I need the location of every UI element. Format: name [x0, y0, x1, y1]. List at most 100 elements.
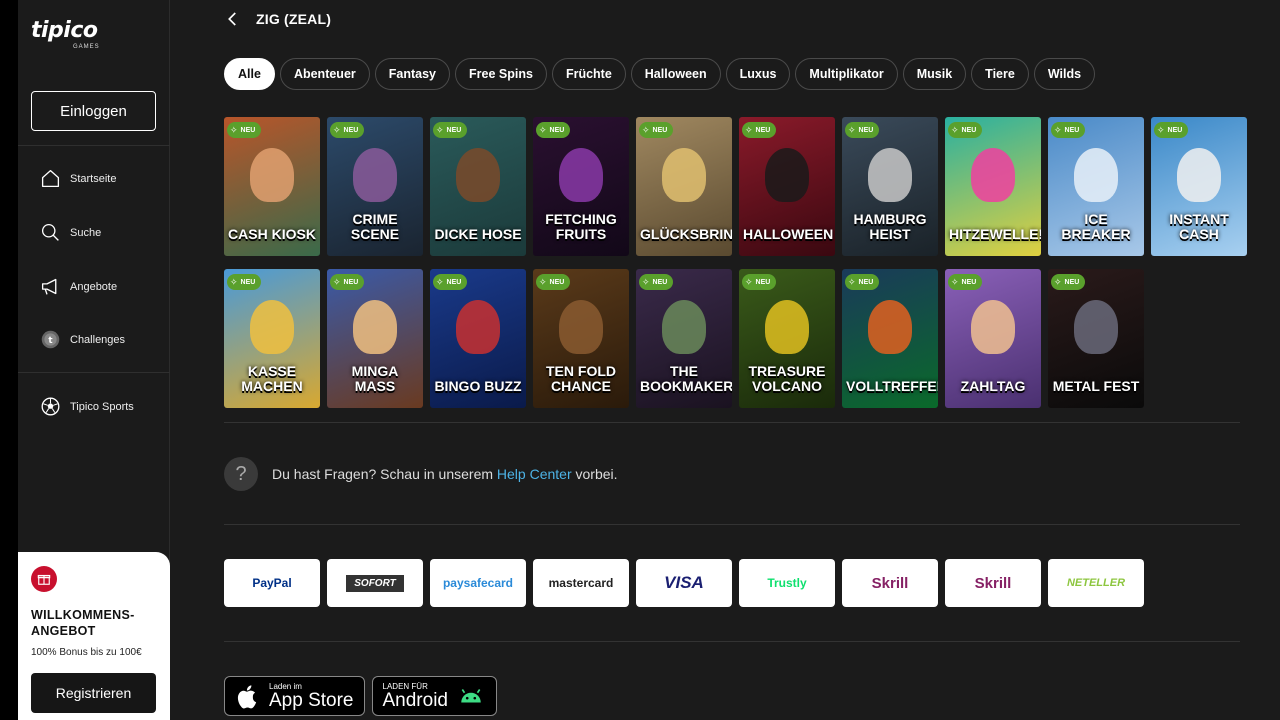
game-title: HALLOWEEN [743, 226, 834, 242]
game-title: HAMBURG HEIST [853, 211, 927, 242]
new-badge-label: NEU [446, 278, 462, 286]
game-artwork [1074, 300, 1118, 355]
payment-logo-neteller: NETELLER [1048, 559, 1144, 607]
game-tile[interactable]: ✧ NEU CRIME SCENE [327, 117, 423, 256]
filter-chip-fantasy[interactable]: Fantasy [374, 58, 451, 90]
game-tile[interactable]: ✧ NEU ZAHLTAG [945, 269, 1041, 408]
game-title: ZAHLTAG [960, 378, 1026, 394]
game-tile[interactable]: ✧NEU Minga Maß [327, 269, 423, 408]
game-artwork [971, 148, 1015, 203]
game-title: CRIME SCENE [350, 211, 400, 242]
game-tile[interactable]: ✧ NEU THE BOOKMAKER [636, 269, 732, 408]
payment-methods: PayPal SOFORT paysafecard mastercard VISA Tru… [224, 559, 1144, 607]
game-artwork [868, 148, 912, 203]
sparkle-icon: ✧ [230, 124, 238, 135]
game-artwork [868, 300, 912, 355]
filter-chips: Alle Abenteuer Fantasy Free Spins Früchte Hal… [224, 58, 1096, 90]
game-artwork [456, 300, 500, 355]
sparkle-icon: ✧ [1157, 124, 1165, 135]
chevron-left-icon[interactable] [224, 10, 242, 28]
search-icon [41, 223, 59, 241]
promo-subtitle: 100% Bonus bis zu 100€ [31, 647, 142, 658]
payment-label: PayPal [252, 576, 292, 590]
sidebar-item-suche[interactable]: Suche [40, 222, 101, 243]
sidebar-item-label: Tipico Sports [70, 400, 134, 413]
tipico-logo[interactable]: tipico GAMES [31, 20, 121, 54]
game-title: ice breaker [1061, 211, 1131, 242]
game-tile[interactable]: ✧ NEU TREASURE VOLCANO [739, 269, 835, 408]
soccer-ball-icon [41, 397, 60, 416]
game-artwork [765, 300, 809, 355]
help-prefix: Du hast Fragen? Schau in unserem [272, 466, 497, 482]
filter-chip-multiplikator[interactable]: Multiplikator [795, 58, 898, 90]
filter-chip-halloween[interactable]: Halloween [630, 58, 721, 90]
filter-chip-alle[interactable]: Alle [224, 58, 275, 90]
sidebar-item-tipico-sports[interactable]: Tipico Sports [40, 396, 134, 417]
register-button[interactable]: Registrieren [31, 673, 156, 713]
game-tile[interactable]: ✧ NEU HAMBURG HEIST [842, 117, 938, 256]
filter-chip-früchte[interactable]: Früchte [551, 58, 626, 90]
sidebar-item-challenges[interactable]: t Challenges [40, 329, 125, 350]
game-tile[interactable]: ✧NEU GLÜCKSBRINGER [636, 117, 732, 256]
game-tile[interactable]: ✧ NEU HALLOWEEN [739, 117, 835, 256]
game-tile[interactable]: ✧ NEU FETCHING FRUITS [533, 117, 629, 256]
game-artwork [353, 148, 397, 203]
android-icon [461, 689, 481, 703]
game-tile[interactable]: ✧ NEU Hitzewelle! [945, 117, 1041, 256]
help-row: ? Du hast Fragen? Schau in unserem Help … [224, 457, 618, 491]
filter-chip-musik[interactable]: Musik [902, 58, 967, 90]
sidebar-item-startseite[interactable]: Startseite [40, 168, 116, 189]
help-text: Du hast Fragen? Schau in unserem Help Ce… [272, 466, 618, 482]
game-tile[interactable]: ✧ NEU KASSE MACHEN [224, 269, 320, 408]
help-suffix: vorbei. [571, 466, 618, 482]
new-badge: ✧ NEU [330, 122, 365, 138]
new-badge-label: NEU [961, 278, 977, 286]
sidebar-item-angebote[interactable]: Angebote [40, 276, 117, 297]
new-badge-label: NEU [858, 278, 874, 286]
game-title: THE BOOKMAKER [640, 363, 732, 394]
sparkle-icon: ✧ [436, 276, 444, 287]
payment-label: SOFORT [346, 574, 404, 592]
help-center-link[interactable]: Help Center [497, 466, 572, 482]
game-tile[interactable]: ✧ NEU VOLLTREFFER [842, 269, 938, 408]
app-store-button[interactable]: Laden im App Store [224, 676, 365, 716]
new-badge: ✧ NEU [1051, 122, 1086, 138]
game-tile[interactable]: ✧ NEU BINGO BUZZ [430, 269, 526, 408]
game-tile[interactable]: ✧ NEU ice breaker [1048, 117, 1144, 256]
payment-logo-paypal: PayPal [224, 559, 320, 607]
android-store-button[interactable]: LADEN FÜR Android [371, 676, 497, 716]
payment-logo-sofort: SOFORT [327, 559, 423, 607]
promo-title: WILLKOMMENS-ANGEBOT [31, 608, 135, 638]
game-tile[interactable]: ✧ NEU METAL FEST [1048, 269, 1144, 408]
new-badge: ✧ NEU [948, 122, 983, 138]
welcome-offer-card: WILLKOMMENS-ANGEBOT 100% Bonus bis zu 10… [18, 552, 170, 720]
new-badge: ✧ NEU [639, 122, 674, 138]
filter-chip-free-spins[interactable]: Free Spins [455, 58, 547, 90]
sparkle-icon: ✧ [642, 124, 650, 135]
game-artwork [1074, 148, 1118, 203]
payment-label: NETELLER [1066, 577, 1126, 589]
new-badge: ✧ NEU [536, 274, 571, 290]
left-edge-bar [0, 0, 18, 720]
game-tile[interactable]: ✧ NEU TEN FOLD CHANCE [533, 269, 629, 408]
game-tile[interactable]: ✧ NEU INSTANT CASH [1151, 117, 1247, 256]
game-title: DICKE HOSE [434, 226, 522, 242]
new-badge: ✧ NEU [433, 274, 468, 290]
filter-chip-tiere[interactable]: Tiere [971, 58, 1029, 90]
question-icon: ? [224, 457, 258, 491]
game-tile[interactable]: ✧ NEU DICKE HOSE [430, 117, 526, 256]
game-artwork [662, 148, 706, 203]
game-artwork [1177, 148, 1221, 203]
game-title: METAL FEST [1052, 378, 1140, 394]
payment-logo-trustly: Trustly [739, 559, 835, 607]
login-button[interactable]: Einloggen [31, 91, 156, 131]
logo-subtitle: GAMES [73, 44, 100, 50]
filter-chip-luxus[interactable]: Luxus [725, 58, 791, 90]
filter-chip-abenteuer[interactable]: Abenteuer [279, 58, 370, 90]
sidebar-item-label: Startseite [70, 172, 117, 185]
game-artwork [353, 300, 397, 355]
new-badge: ✧ NEU [1154, 122, 1189, 138]
store-name: App Store [269, 689, 354, 711]
filter-chip-wilds[interactable]: Wilds [1033, 58, 1096, 90]
game-tile[interactable]: ✧ NEU CASH KIOSK [224, 117, 320, 256]
